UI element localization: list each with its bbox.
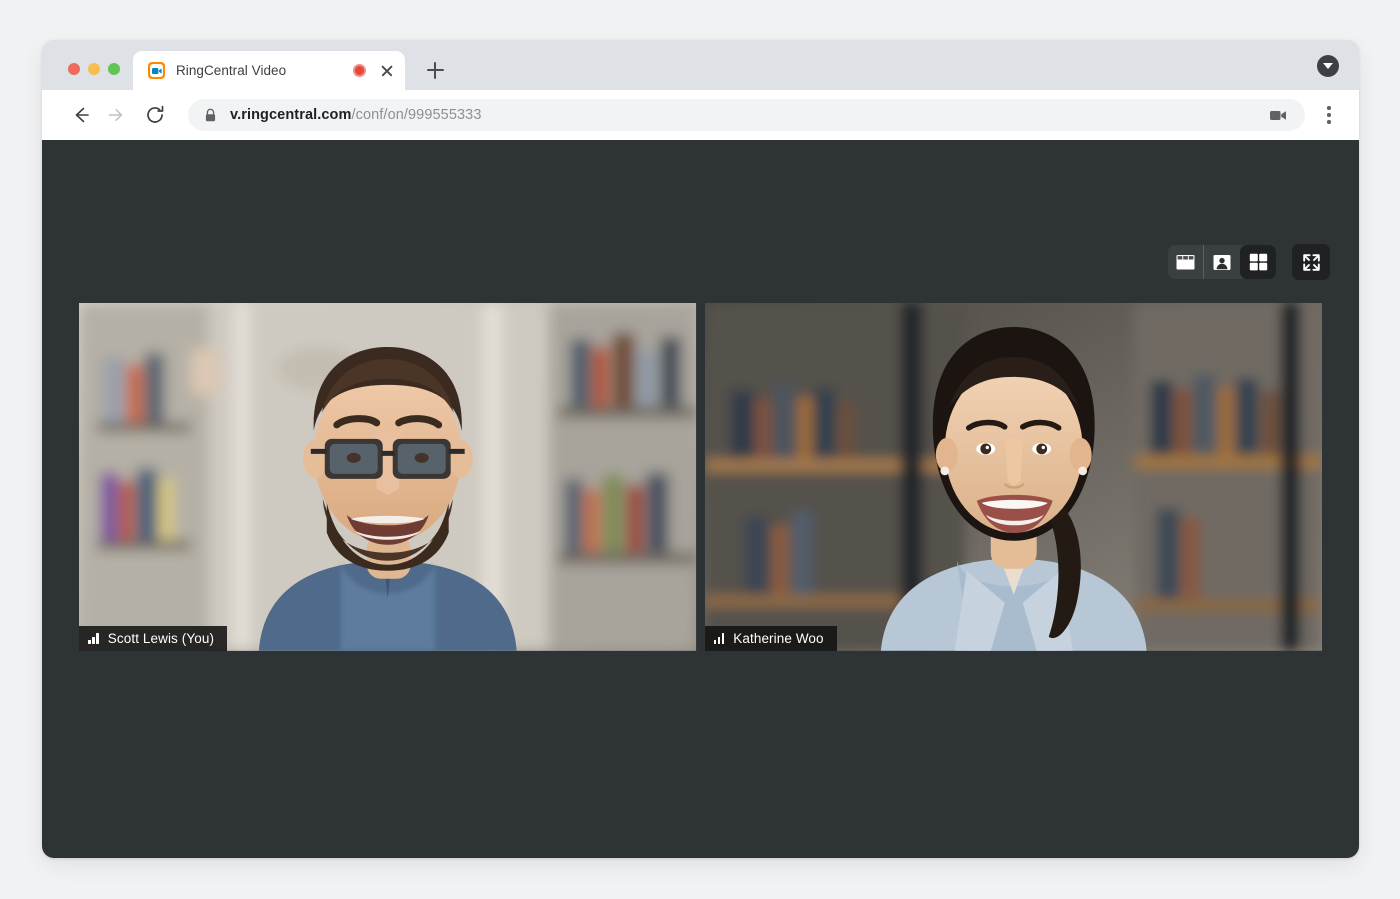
participant-name-tag: Katherine Woo <box>705 626 837 651</box>
plus-icon[interactable] <box>421 56 449 84</box>
maximize-traffic-light[interactable] <box>108 63 120 75</box>
omnibox-right-icons <box>1267 104 1295 126</box>
tab-strip: RingCentral Video <box>42 40 1359 90</box>
minimize-traffic-light[interactable] <box>88 63 100 75</box>
video-tile[interactable]: Katherine Woo <box>705 303 1323 651</box>
filmstrip-layout-button[interactable] <box>1168 245 1204 279</box>
camera-permission-icon[interactable] <box>1267 104 1289 126</box>
gallery-layout-button[interactable] <box>1240 245 1276 279</box>
participant-name-tag: Scott Lewis (You) <box>79 626 227 651</box>
signal-strength-icon <box>714 633 725 644</box>
kebab-menu-icon[interactable] <box>1317 100 1341 130</box>
tab-title: RingCentral Video <box>176 63 353 78</box>
layout-button-group <box>1168 245 1276 279</box>
signal-strength-icon <box>88 633 99 644</box>
back-arrow-icon[interactable] <box>64 98 98 132</box>
url-path: /conf/on/999555333 <box>352 107 482 123</box>
participant-video-katherine <box>705 303 1322 651</box>
lock-icon <box>204 108 217 123</box>
meeting-stage: Scott Lewis (You) <box>42 140 1359 858</box>
video-tile-grid: Scott Lewis (You) <box>79 303 1322 651</box>
tabstrip-right-area <box>1317 55 1359 90</box>
address-bar: v.ringcentral.com/conf/on/999555333 <box>42 90 1359 140</box>
video-tile[interactable]: Scott Lewis (You) <box>79 303 697 651</box>
close-icon[interactable] <box>379 63 395 79</box>
window-traffic-lights <box>42 63 133 90</box>
browser-window: RingCentral Video <box>42 40 1359 858</box>
layout-controls <box>1168 244 1330 280</box>
ringcentral-video-favicon-icon <box>148 62 165 79</box>
browser-tab[interactable]: RingCentral Video <box>133 51 405 90</box>
forward-arrow-icon[interactable] <box>98 98 132 132</box>
url-host: v.ringcentral.com <box>230 107 352 123</box>
participant-name: Katherine Woo <box>733 631 823 646</box>
reload-icon[interactable] <box>138 98 172 132</box>
recording-dot-icon <box>353 64 366 77</box>
omnibox[interactable]: v.ringcentral.com/conf/on/999555333 <box>188 99 1305 131</box>
participant-name: Scott Lewis (You) <box>108 631 214 646</box>
fullscreen-button[interactable] <box>1292 244 1330 280</box>
profile-caret-icon[interactable] <box>1317 55 1339 77</box>
url-text: v.ringcentral.com/conf/on/999555333 <box>230 107 482 123</box>
participant-video-scott <box>79 303 696 651</box>
close-traffic-light[interactable] <box>68 63 80 75</box>
speaker-layout-button[interactable] <box>1204 245 1240 279</box>
page-root: RingCentral Video <box>0 0 1400 899</box>
